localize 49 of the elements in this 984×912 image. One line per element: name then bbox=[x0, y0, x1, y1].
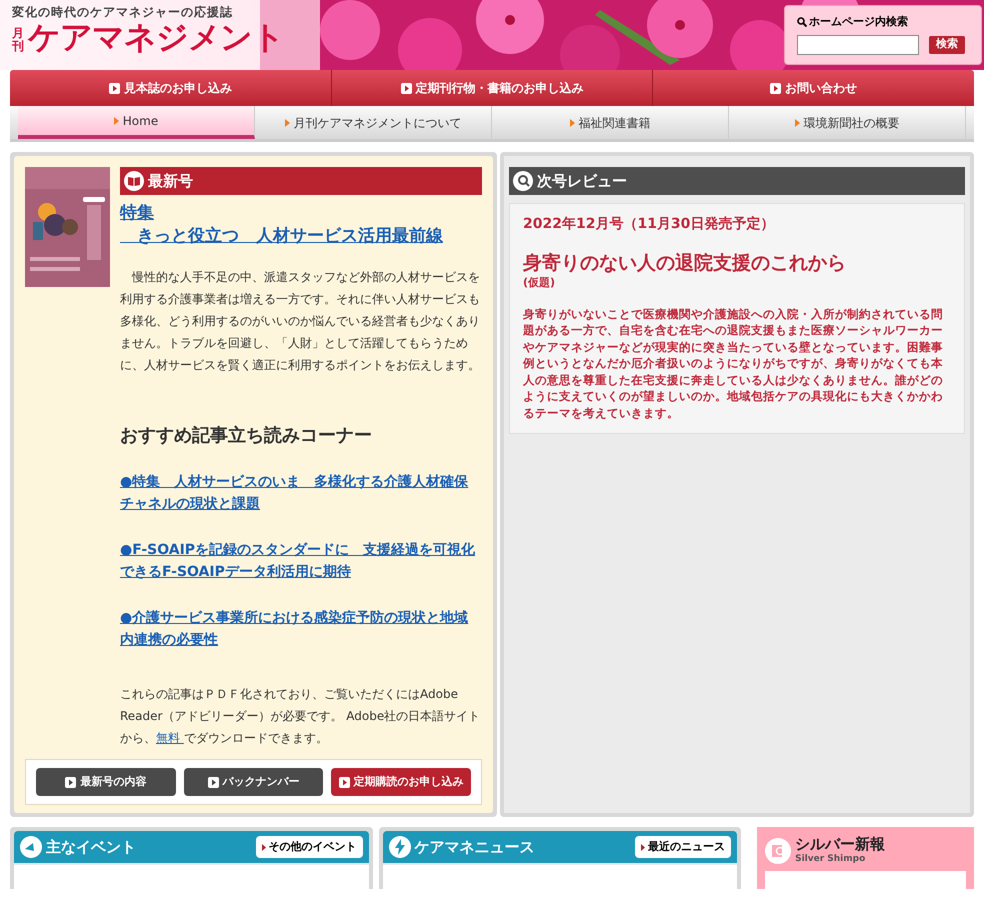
search-icon bbox=[797, 17, 807, 28]
download-link[interactable]: 無料 bbox=[156, 731, 184, 745]
play-icon bbox=[770, 82, 782, 94]
search-field[interactable] bbox=[797, 34, 919, 54]
article-link[interactable]: ●F-SOAIPを記録のスタンダードに 支援経過を可視化できるF-SOAIPデータ利活用に期待 bbox=[120, 539, 482, 583]
logo: ケアマネジメント bbox=[28, 21, 284, 53]
issue-date: 2022年12月号（11月30日発売予定） bbox=[523, 214, 776, 234]
title-note: (仮題) bbox=[523, 275, 556, 291]
play-icon bbox=[338, 776, 350, 788]
feature-link[interactable]: 特集 きっと役立つ 人材サービス活用最前線 bbox=[120, 202, 482, 248]
search-label: ホームページ内検索 bbox=[809, 14, 908, 30]
issue-button[interactable]: 最新号の内容 bbox=[36, 768, 176, 796]
panel-title: シルバー新報 bbox=[795, 835, 886, 853]
issue-button[interactable]: バックナンバー bbox=[184, 768, 324, 796]
panel-title: ケアマネニュース bbox=[414, 836, 535, 858]
panel-subtitle: Silver Shimpo bbox=[795, 853, 866, 866]
play-icon bbox=[108, 82, 120, 94]
article-link[interactable]: ●介護サービス事業所における感染症予防の現状と地域内連携の必要性 bbox=[120, 607, 482, 651]
triangle-icon bbox=[570, 118, 574, 126]
triangle-icon bbox=[794, 118, 800, 126]
play-icon bbox=[65, 776, 76, 788]
section-title: 最新号 bbox=[148, 170, 193, 192]
nav-tab[interactable]: 環境新聞社の概要 bbox=[729, 106, 966, 139]
nav-tab[interactable]: Home bbox=[18, 106, 255, 139]
play-icon bbox=[400, 82, 412, 94]
review-title: 身寄りのない人の退院支援のこれから bbox=[523, 251, 847, 275]
nav-tab[interactable]: 福祉関連書籍 bbox=[492, 106, 729, 139]
triangle-icon bbox=[641, 844, 646, 850]
logo-prefix: 月刊 bbox=[12, 26, 25, 53]
article-link[interactable]: ●特集 人材サービスのいま 多様化する介護人材確保チャネルの現状と課題 bbox=[120, 471, 482, 515]
search-button[interactable]: 検索 bbox=[929, 36, 965, 54]
book-icon bbox=[124, 171, 144, 191]
tagline: 変化の時代のケアマネジャーの応援誌 bbox=[12, 4, 234, 21]
more-link[interactable]: 最近のニュース bbox=[635, 836, 732, 858]
more-link[interactable]: その他のイベント bbox=[256, 836, 363, 858]
recommended-heading: おすすめ記事立ち読みコーナー bbox=[120, 424, 373, 448]
play-icon bbox=[208, 776, 218, 788]
panel-title: 主なイベント bbox=[46, 836, 136, 858]
triangle-icon bbox=[284, 118, 290, 126]
triangle-icon bbox=[262, 844, 266, 850]
section-title: 次号レビュー bbox=[537, 170, 627, 192]
review-text: 身寄りがいないことで医療機関や介護施設への入院・入所が制約されている問題がある一方で、自宅を含む在宅への退院支援もまた医療ソーシャルワーカーやケアマネジャーなどが現実的に突き当たっている壁となっています。困難事例というとなんだか厄介者扱いのようになりがちですが、身寄りがなくても本人の意思を尊重した在宅支援に奔走している人は少なくありません。誰がどのように支えていくのが望ましいのか。地域包括ケアの具現化にも大きくかかわるテーマを考えていきます。 bbox=[523, 306, 944, 421]
nav-tab[interactable]: 月刊ケアマネジメントについて bbox=[255, 106, 492, 139]
triangle-icon bbox=[114, 116, 119, 124]
lightning-icon bbox=[388, 836, 411, 858]
nav-link[interactable]: 見本誌のお申し込み bbox=[10, 70, 331, 106]
pdf-note: これらの記事はＰＤＦ化されており、ご覧いただくにはAdobe Reader（アドビリーダー）が必要です。 Adobe社の日本語サイトから、無料 でダウンロードできます。 bbox=[120, 686, 482, 747]
issue-button[interactable]: 定期購読のお申し込み bbox=[331, 768, 472, 796]
summary-text: 慢性的な人手不足の中、派遣スタッフなど外部の人材サービスを利用する介護事業者は増える一方です。それに伴い人材サービスも多様化、どう利用するのがいいのか悩んでいる経営者も少なくありません。トラブルを回避し、「人財」として活躍してもらうために、人材サービスを賢く適正に利用するポイントをお伝えします。 bbox=[120, 269, 481, 374]
